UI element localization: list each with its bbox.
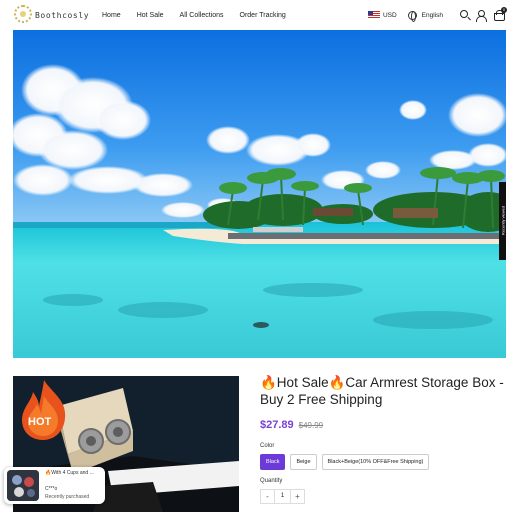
nav-hot-sale[interactable]: Hot Sale xyxy=(137,12,164,19)
hero-banner[interactable]: Recently viewed xyxy=(13,30,506,358)
color-option-beige[interactable]: Beige xyxy=(290,454,317,470)
quantity-label: Quantity xyxy=(260,478,283,484)
original-price: $49.99 xyxy=(298,421,324,430)
globe-icon[interactable] xyxy=(407,10,417,22)
color-options: Black Beige Black+Beige(10% OFF&Free Shi… xyxy=(260,454,506,470)
popup-customer: C***o xyxy=(45,486,58,492)
popup-status: Recently purchased xyxy=(45,494,90,500)
quantity-input[interactable]: 1 xyxy=(275,489,290,504)
nav-order-tracking[interactable]: Order Tracking xyxy=(240,12,286,19)
header-tools: USD English 0 xyxy=(367,0,507,30)
hot-badge-text: HOT xyxy=(28,416,52,428)
popup-product-thumbnail xyxy=(7,470,39,501)
product-info: 🔥Hot Sale🔥Car Armrest Storage Box - Buy … xyxy=(260,374,506,504)
color-option-black-beige[interactable]: Black+Beige(10% OFF&Free Shipping) xyxy=(321,454,430,470)
logo-text: Boothcosly xyxy=(35,10,90,20)
us-flag-icon[interactable] xyxy=(367,11,380,19)
site-header: Boothcosly Home Hot Sale All Collections… xyxy=(0,0,512,30)
language-selector[interactable]: English xyxy=(422,12,443,19)
account-icon[interactable] xyxy=(475,9,487,22)
nav-all-collections[interactable]: All Collections xyxy=(180,12,224,19)
logo[interactable]: Boothcosly xyxy=(14,5,89,23)
recently-viewed-tab[interactable]: Recently viewed xyxy=(499,182,506,260)
quantity-stepper: - 1 + xyxy=(260,489,506,504)
sale-price: $27.89 xyxy=(260,419,294,431)
logo-icon xyxy=(14,5,32,23)
currency-selector[interactable]: USD xyxy=(383,12,397,19)
color-label: Color xyxy=(260,443,275,449)
main-nav: Home Hot Sale All Collections Order Trac… xyxy=(102,0,302,30)
search-icon[interactable] xyxy=(460,10,468,18)
hot-badge: HOT xyxy=(17,378,71,442)
cart-count-badge: 0 xyxy=(501,6,507,13)
quantity-decrease-button[interactable]: - xyxy=(260,489,275,504)
nav-home[interactable]: Home xyxy=(102,12,121,19)
quantity-increase-button[interactable]: + xyxy=(290,489,305,504)
flame-icon xyxy=(22,380,66,440)
cart-icon[interactable]: 0 xyxy=(493,6,507,21)
popup-product-name: 🔥With 4 Cups and ... xyxy=(45,470,94,476)
recent-purchase-popup[interactable]: 🔥With 4 Cups and ... C***o Recently purc… xyxy=(4,467,105,504)
recently-viewed-label: Recently viewed xyxy=(500,205,506,236)
color-option-black[interactable]: Black xyxy=(260,454,286,470)
product-title: 🔥Hot Sale🔥Car Armrest Storage Box - Buy … xyxy=(260,375,504,407)
beach-image xyxy=(13,30,506,358)
price-row: $27.89 $49.99 xyxy=(260,419,506,431)
